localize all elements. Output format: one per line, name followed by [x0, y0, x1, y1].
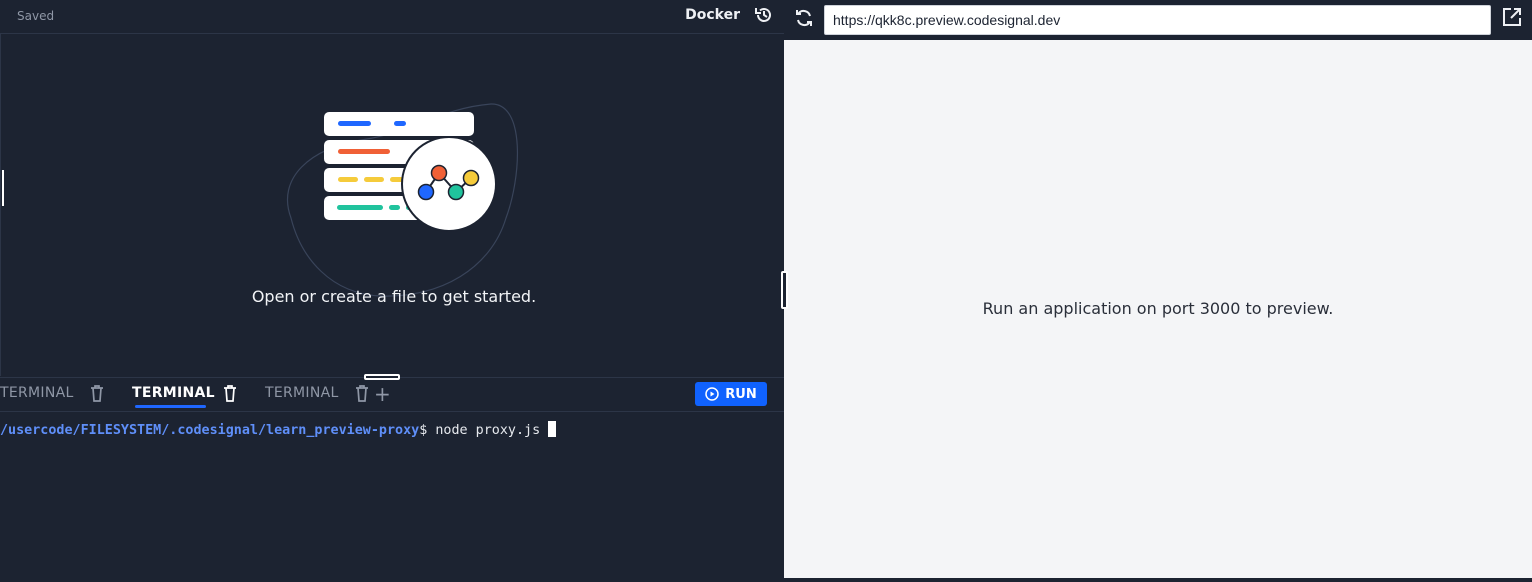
tab-terminal-3[interactable]: TERMINAL: [265, 385, 339, 401]
prompt-symbol: $: [419, 423, 428, 438]
preview-pane: https://qkk8c.preview.codesignal.dev Run…: [784, 0, 1532, 582]
preview-placeholder-message: Run an application on port 3000 to previ…: [982, 299, 1334, 318]
sidebar-resize-handle[interactable]: [2, 170, 8, 206]
tab-terminal-2[interactable]: TERMINAL: [132, 385, 215, 401]
terminal-tab-bar: TERMINAL TERMINAL TERMINAL + RUN: [0, 377, 784, 412]
refresh-icon[interactable]: [794, 8, 814, 28]
tab-terminal-1[interactable]: TERMINAL: [0, 385, 74, 401]
environment-label[interactable]: Docker: [685, 7, 740, 23]
editor-empty-state: Open or create a file to get started.: [0, 34, 784, 376]
terminal-command: node proxy.js: [435, 423, 541, 438]
empty-editor-illustration: [286, 103, 519, 297]
prompt-path: /usercode/FILESYSTEM/.codesignal/learn_p…: [0, 423, 420, 438]
editor-header: Saved Docker: [0, 0, 784, 34]
trash-icon[interactable]: [355, 385, 369, 402]
plus-icon[interactable]: +: [374, 382, 391, 406]
save-status: Saved: [17, 9, 55, 23]
trash-icon[interactable]: [223, 385, 237, 402]
external-link-icon[interactable]: [1502, 7, 1522, 27]
terminal-output[interactable]: /usercode/FILESYSTEM/.codesignal/learn_p…: [0, 412, 784, 582]
pane-resize-handle[interactable]: [781, 271, 788, 309]
divider: [784, 578, 1532, 582]
run-button-label: RUN: [725, 386, 757, 402]
preview-url-input[interactable]: https://qkk8c.preview.codesignal.dev: [824, 5, 1491, 35]
history-icon[interactable]: [754, 5, 774, 25]
editor-pane: Saved Docker Open or create a file to ge…: [0, 0, 784, 582]
preview-toolbar: https://qkk8c.preview.codesignal.dev: [784, 0, 1532, 40]
trash-icon[interactable]: [90, 385, 104, 402]
empty-state-message: Open or create a file to get started.: [251, 287, 537, 306]
active-tab-indicator: [135, 405, 206, 408]
play-icon: [705, 387, 720, 401]
terminal-cursor: [548, 421, 557, 437]
run-button[interactable]: RUN: [695, 382, 767, 406]
terminal-resize-handle[interactable]: [364, 374, 400, 380]
terminal-prompt-line: /usercode/FILESYSTEM/.codesignal/learn_p…: [0, 421, 557, 438]
